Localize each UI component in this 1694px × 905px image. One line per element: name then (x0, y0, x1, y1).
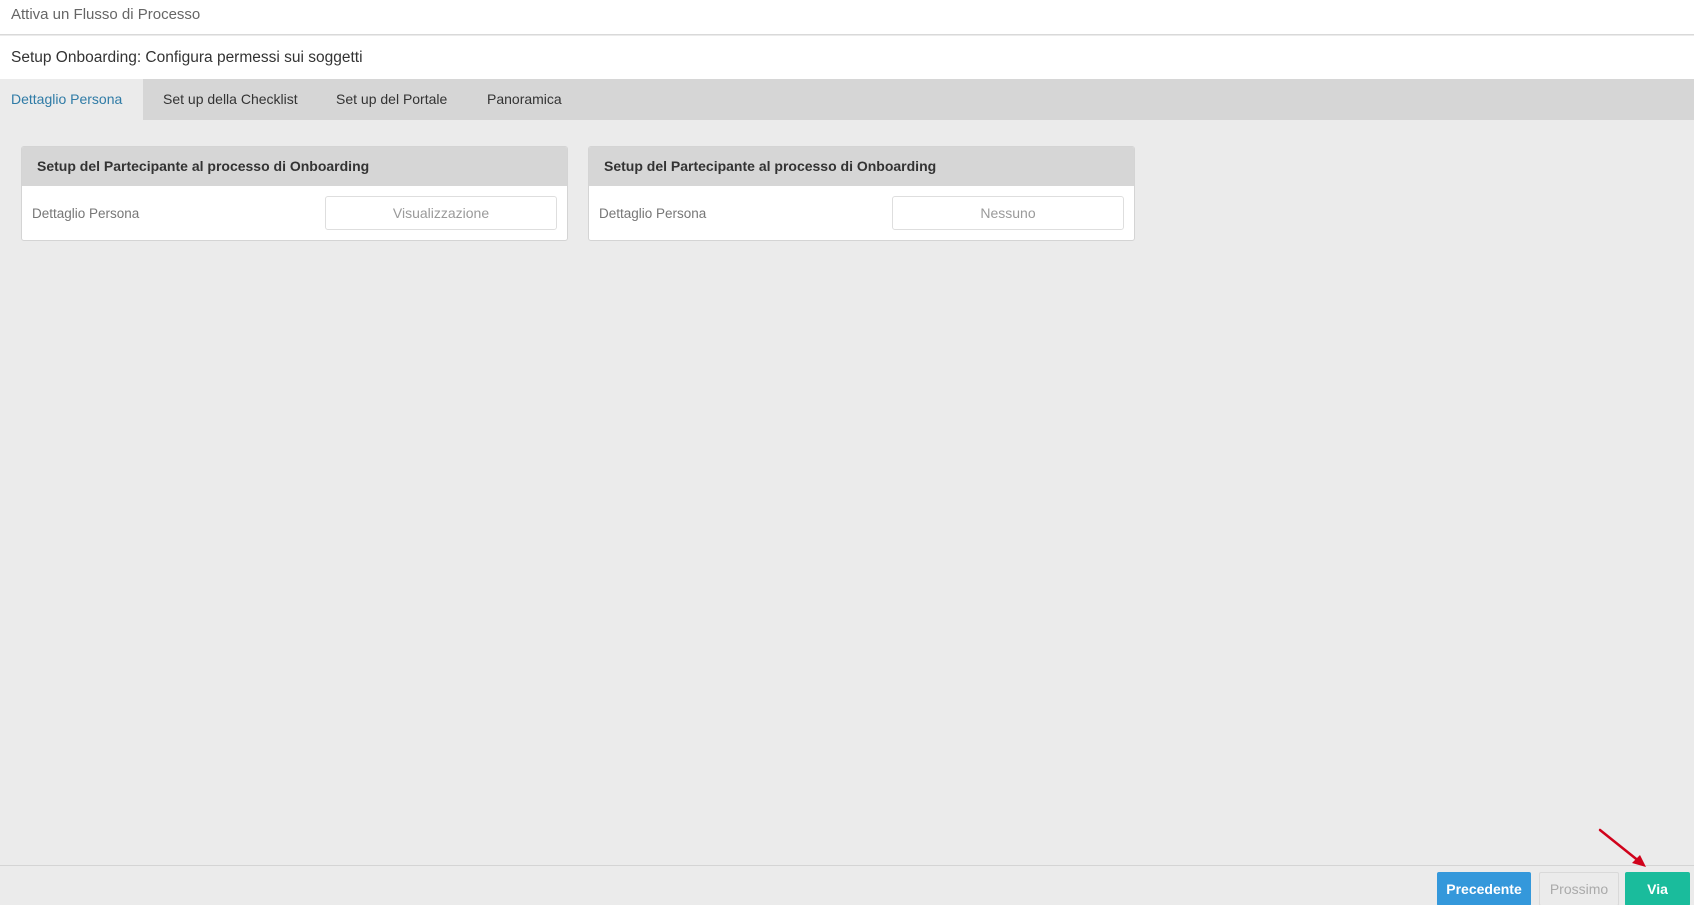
next-button[interactable]: Prossimo (1539, 872, 1619, 905)
permission-select[interactable]: Nessuno (892, 196, 1124, 230)
participant-setup-panel-2: Setup del Partecipante al processo di On… (588, 146, 1135, 241)
permission-select[interactable]: Visualizzazione (325, 196, 557, 230)
participant-setup-panel-1: Setup del Partecipante al processo di On… (21, 146, 568, 241)
tab-setup-portale[interactable]: Set up del Portale (316, 79, 467, 120)
page-title: Setup Onboarding: Configura permessi sui… (0, 36, 1694, 79)
tab-panoramica[interactable]: Panoramica (467, 79, 607, 120)
permission-row: Dettaglio Persona Visualizzazione (22, 186, 567, 240)
tab-dettaglio-persona[interactable]: Dettaglio Persona (0, 79, 143, 120)
previous-button[interactable]: Precedente (1437, 872, 1531, 905)
go-button[interactable]: Via (1625, 872, 1690, 905)
footer-bar: Precedente Prossimo Via (0, 865, 1694, 905)
panel-header: Setup del Partecipante al processo di On… (22, 147, 567, 186)
row-label: Dettaglio Persona (599, 206, 707, 221)
permission-row: Dettaglio Persona Nessuno (589, 186, 1134, 240)
panel-header: Setup del Partecipante al processo di On… (589, 147, 1134, 186)
window-title: Attiva un Flusso di Processo (0, 0, 1694, 35)
red-arrow-icon (1598, 828, 1646, 867)
tab-setup-checklist[interactable]: Set up della Checklist (143, 79, 316, 120)
tab-bar: Dettaglio Persona Set up della Checklist… (0, 79, 1694, 120)
row-label: Dettaglio Persona (32, 206, 140, 221)
app-window: Attiva un Flusso di Processo Setup Onboa… (0, 0, 1694, 905)
